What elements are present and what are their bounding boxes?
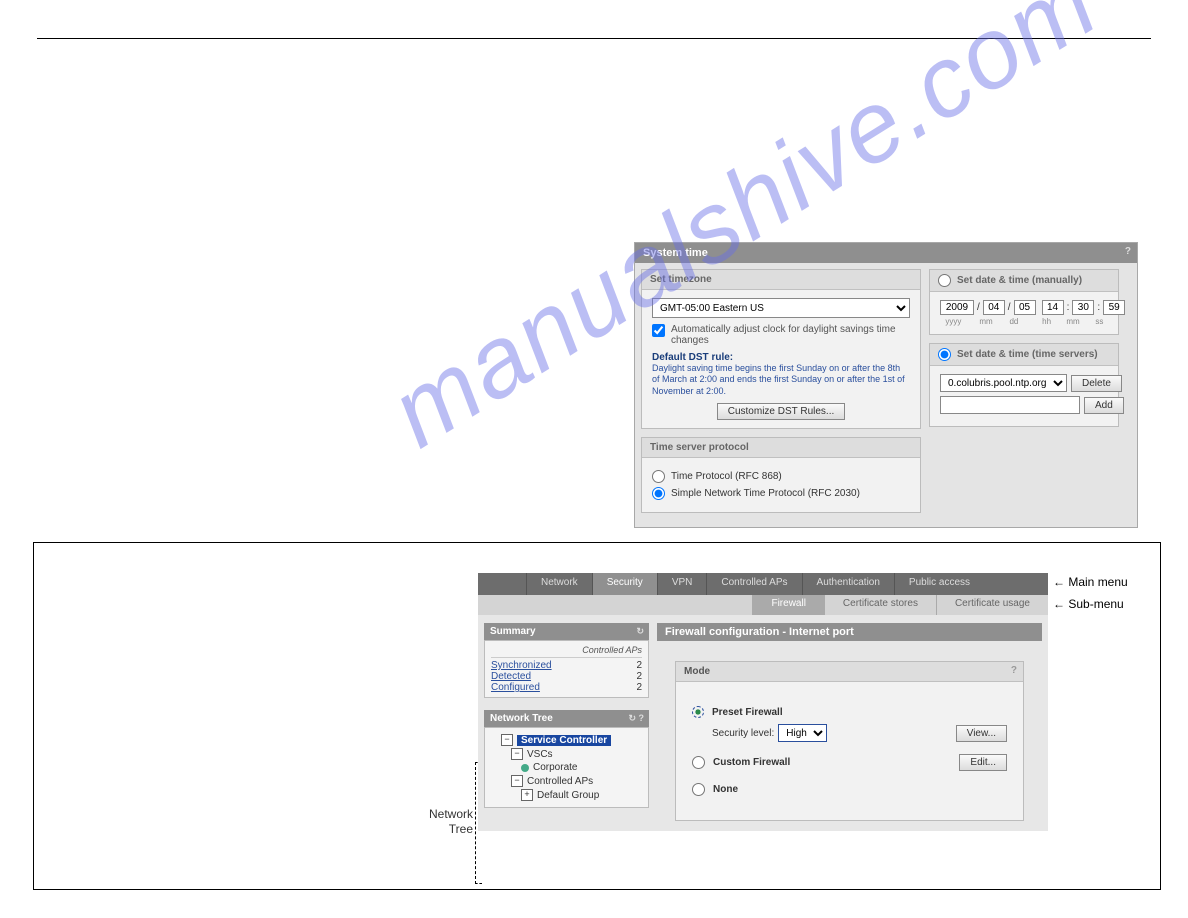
time-server-input[interactable] xyxy=(940,396,1080,414)
day-input[interactable] xyxy=(1014,300,1036,315)
preset-firewall-label: Preset Firewall xyxy=(712,707,783,718)
time-servers-radio[interactable] xyxy=(938,348,951,361)
tree-node-default-group[interactable]: + Default Group xyxy=(521,789,642,801)
network-tree-box: Network Tree ↻ ? − Service Controller xyxy=(484,710,649,808)
manual-datetime-box: Set date & time (manually) / / : : xyxy=(929,269,1119,335)
none-radio[interactable] xyxy=(692,783,705,796)
hh-label: hh xyxy=(1038,317,1055,326)
menu-authentication[interactable]: Authentication xyxy=(802,573,894,595)
summary-row-configured: Configured 2 xyxy=(491,682,642,693)
summary-row-synchronized: Synchronized 2 xyxy=(491,660,642,671)
edit-button[interactable]: Edit... xyxy=(959,754,1007,771)
delete-server-button[interactable]: Delete xyxy=(1071,375,1122,392)
time-protocol-heading: Time server protocol xyxy=(642,438,920,458)
hour-input[interactable] xyxy=(1042,300,1064,315)
tree-node-corporate[interactable]: Corporate xyxy=(521,762,642,773)
proto-sntp-label: Simple Network Time Protocol (RFC 2030) xyxy=(671,488,860,499)
time-servers-box: Set date & time (time servers) 0.colubri… xyxy=(929,343,1119,427)
tree-node-service-controller[interactable]: − Service Controller xyxy=(501,734,642,746)
submenu-cert-usage[interactable]: Certificate usage xyxy=(936,595,1048,615)
summary-link-synchronized[interactable]: Synchronized xyxy=(491,660,552,671)
mi-label: mm xyxy=(1064,317,1081,326)
none-label: None xyxy=(713,784,738,795)
yyyy-label: yyyy xyxy=(940,317,967,326)
security-level-label: Security level: xyxy=(712,728,774,739)
annotation-sub-menu: Sub-menu xyxy=(1053,597,1124,611)
minus-icon[interactable]: − xyxy=(511,775,523,787)
plus-icon[interactable]: + xyxy=(521,789,533,801)
summary-row-detected: Detected 2 xyxy=(491,671,642,682)
help-icon[interactable]: ? xyxy=(1125,246,1131,257)
system-time-panel: System time ? Set timezone GMT-05:00 Eas… xyxy=(634,242,1138,528)
tree-node-controlled-aps[interactable]: − Controlled APs xyxy=(511,775,642,787)
tree-actions-icon[interactable]: ↻ ? xyxy=(628,713,644,724)
summary-link-detected[interactable]: Detected xyxy=(491,671,531,682)
timezone-select[interactable]: GMT-05:00 Eastern US xyxy=(652,298,910,318)
second-input[interactable] xyxy=(1103,300,1125,315)
time-servers-heading: Set date & time (time servers) xyxy=(930,344,1118,366)
mm-label: mm xyxy=(977,317,994,326)
summary-title: Summary ↻ xyxy=(484,623,649,640)
auto-dst-checkbox[interactable] xyxy=(652,324,665,337)
timezone-box: Set timezone GMT-05:00 Eastern US Automa… xyxy=(641,269,921,429)
submenu-firewall[interactable]: Firewall xyxy=(752,595,823,615)
firewall-config-title: Firewall configuration - Internet port xyxy=(657,623,1042,641)
mode-box: Mode ? Preset Firewall Security level: H… xyxy=(675,661,1024,821)
default-dst-desc: Daylight saving time begins the first Su… xyxy=(652,363,910,397)
system-time-title-text: System time xyxy=(643,247,708,259)
menu-vpn[interactable]: VPN xyxy=(657,573,707,595)
month-input[interactable] xyxy=(983,300,1005,315)
submenu-cert-stores[interactable]: Certificate stores xyxy=(824,595,936,615)
auto-dst-label: Automatically adjust clock for daylight … xyxy=(671,324,910,346)
summary-link-configured[interactable]: Configured xyxy=(491,682,540,693)
summary-val-synchronized: 2 xyxy=(636,660,642,671)
menu-public-access[interactable]: Public access xyxy=(894,573,984,595)
network-tree-title: Network Tree ↻ ? xyxy=(484,710,649,727)
summary-val-detected: 2 xyxy=(636,671,642,682)
time-servers-heading-text: Set date & time (time servers) xyxy=(957,349,1098,360)
minus-icon[interactable]: − xyxy=(501,734,513,746)
security-level-select[interactable]: High xyxy=(778,724,827,742)
preset-firewall-radio[interactable] xyxy=(692,706,704,718)
custom-firewall-radio[interactable] xyxy=(692,756,705,769)
firewall-screenshot: Network Security VPN Controlled APs Auth… xyxy=(478,573,1048,831)
proto-sntp-radio[interactable] xyxy=(652,487,665,500)
sub-menu: Firewall Certificate stores Certificate … xyxy=(478,595,1048,615)
bullet-icon xyxy=(521,764,529,772)
default-dst-heading: Default DST rule: xyxy=(652,352,910,363)
dd-label: dd xyxy=(1005,317,1022,326)
menu-controlled-aps[interactable]: Controlled APs xyxy=(706,573,801,595)
manual-datetime-heading-text: Set date & time (manually) xyxy=(957,275,1082,286)
time-server-select[interactable]: 0.colubris.pool.ntp.org xyxy=(940,374,1067,392)
proto-rfc868-label: Time Protocol (RFC 868) xyxy=(671,471,782,482)
view-button[interactable]: View... xyxy=(956,725,1007,742)
custom-firewall-label: Custom Firewall xyxy=(713,757,790,768)
manual-datetime-heading: Set date & time (manually) xyxy=(930,270,1118,292)
manual-datetime-radio[interactable] xyxy=(938,274,951,287)
horizontal-rule xyxy=(37,38,1151,39)
help-icon[interactable]: ? xyxy=(1011,665,1017,676)
add-server-button[interactable]: Add xyxy=(1084,397,1124,414)
menu-security[interactable]: Security xyxy=(592,573,657,595)
timezone-heading: Set timezone xyxy=(642,270,920,290)
proto-rfc868-radio[interactable] xyxy=(652,470,665,483)
refresh-icon[interactable]: ↻ xyxy=(636,626,644,637)
minute-input[interactable] xyxy=(1072,300,1094,315)
annotation-network-tree: Network Tree xyxy=(418,807,473,837)
minus-icon[interactable]: − xyxy=(511,748,523,760)
tree-node-vscs[interactable]: − VSCs xyxy=(511,748,642,760)
annotation-main-menu: Main menu xyxy=(1053,575,1128,589)
main-menu: Network Security VPN Controlled APs Auth… xyxy=(478,573,1048,595)
mode-heading: Mode ? xyxy=(676,662,1023,682)
summary-col-header: Controlled APs xyxy=(491,645,642,658)
customize-dst-button[interactable]: Customize DST Rules... xyxy=(717,403,846,420)
year-input[interactable] xyxy=(940,300,974,315)
summary-val-configured: 2 xyxy=(636,682,642,693)
menu-network[interactable]: Network xyxy=(526,573,592,595)
ss-label: ss xyxy=(1091,317,1108,326)
time-protocol-box: Time server protocol Time Protocol (RFC … xyxy=(641,437,921,513)
summary-box: Summary ↻ Controlled APs Synchronized 2 … xyxy=(484,623,649,698)
system-time-title: System time ? xyxy=(635,243,1137,263)
